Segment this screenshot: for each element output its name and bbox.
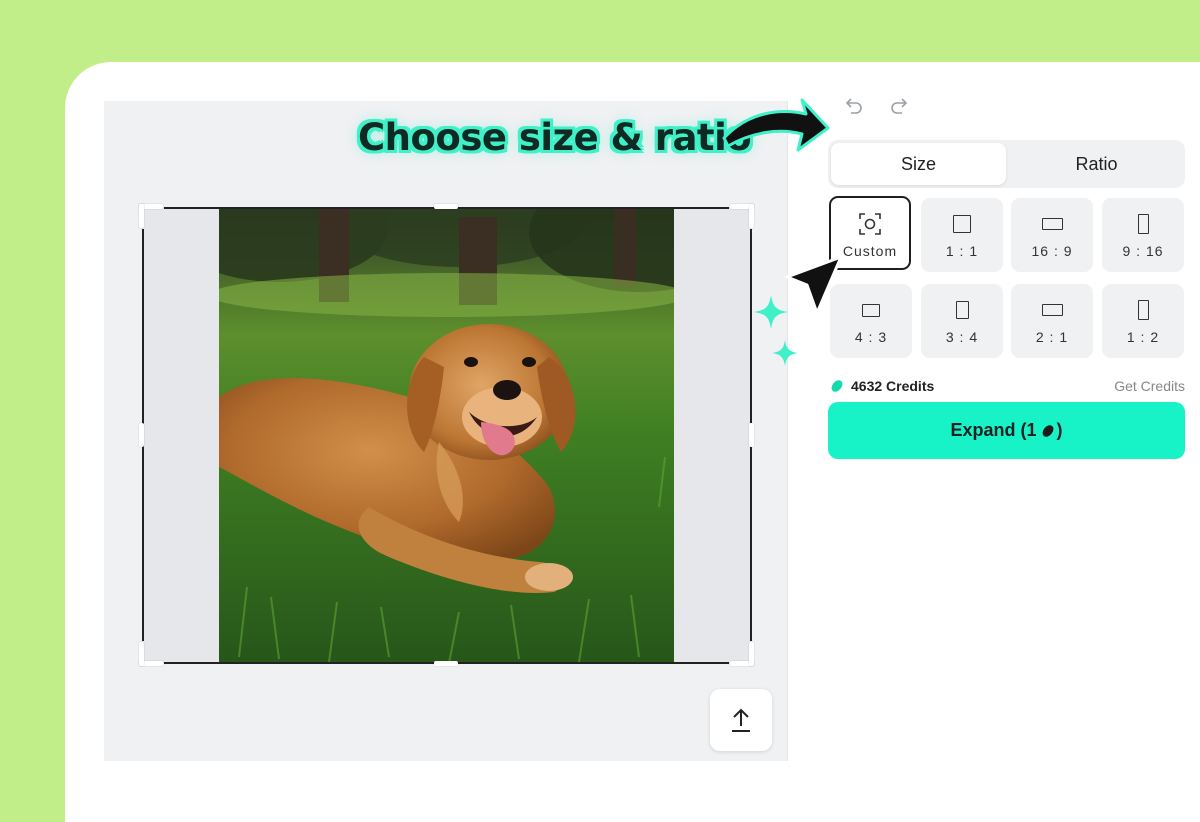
tab-size[interactable]: Size <box>831 143 1006 185</box>
landscape-wide-icon <box>1041 218 1063 230</box>
landscape-wide-icon <box>1041 304 1063 316</box>
dog-photo <box>219 207 674 663</box>
panel-divider <box>787 101 788 761</box>
get-credits-link[interactable]: Get Credits <box>1114 378 1185 394</box>
portrait-tall-icon <box>1137 214 1149 234</box>
resize-handle-top[interactable] <box>434 204 458 209</box>
ratio-option-3-4[interactable]: 3 : 4 <box>921 284 1003 358</box>
ratio-label: 4 : 3 <box>854 329 888 345</box>
callout-text: Choose size & ratio <box>358 116 752 159</box>
crop-frame[interactable] <box>139 204 754 666</box>
square-icon <box>953 215 971 233</box>
portrait-icon <box>955 301 969 319</box>
resize-handle-bottom-left-v[interactable] <box>139 642 144 666</box>
resize-handle-left[interactable] <box>139 423 144 447</box>
ratio-option-16-9[interactable]: 16 : 9 <box>1011 198 1093 272</box>
upload-arrow-icon <box>732 708 750 732</box>
sparkle-icon <box>754 295 788 329</box>
ratio-label: Custom <box>842 243 898 259</box>
portrait-tall-icon <box>1137 300 1149 320</box>
curved-arrow-icon <box>722 98 830 152</box>
ratio-label: 2 : 1 <box>1035 329 1069 345</box>
pointer-cursor-icon <box>785 255 843 315</box>
ratio-label: 16 : 9 <box>1031 243 1073 259</box>
resize-handle-top-right-v[interactable] <box>749 204 754 228</box>
redo-icon[interactable] <box>890 96 910 116</box>
ratio-option-2-1[interactable]: 2 : 1 <box>1011 284 1093 358</box>
expand-label-prefix: Expand (1 <box>950 420 1037 440</box>
dog-photo-illustration <box>219 207 674 663</box>
upload-button[interactable] <box>710 689 772 751</box>
ratio-label: 3 : 4 <box>945 329 979 345</box>
resize-handle-top-left-v[interactable] <box>139 204 144 228</box>
expand-label-suffix: ) <box>1056 420 1063 440</box>
sparkle-small-icon <box>772 340 798 366</box>
expand-button[interactable]: Expand (1 ) <box>828 402 1185 459</box>
ratio-label: 9 : 16 <box>1122 243 1164 259</box>
custom-focus-icon <box>859 213 881 235</box>
ratio-option-1-2[interactable]: 1 : 2 <box>1102 284 1184 358</box>
credit-bean-icon <box>1042 424 1053 437</box>
expand-padding-left <box>142 207 219 663</box>
expand-padding-right <box>674 207 751 663</box>
ratio-label: 1 : 2 <box>1126 329 1160 345</box>
credits-row: 4632 Credits Get Credits <box>828 378 1185 396</box>
tab-ratio[interactable]: Ratio <box>1009 143 1184 185</box>
ratio-option-1-1[interactable]: 1 : 1 <box>921 198 1003 272</box>
ratio-option-9-16[interactable]: 9 : 16 <box>1102 198 1184 272</box>
resize-handle-bottom-right-v[interactable] <box>749 642 754 666</box>
resize-handle-right[interactable] <box>749 423 754 447</box>
size-ratio-tabs: Size Ratio <box>828 140 1185 188</box>
resize-handle-bottom[interactable] <box>434 661 458 666</box>
credit-bean-icon <box>831 380 843 392</box>
credits-amount: 4632 Credits <box>851 378 935 394</box>
undo-icon[interactable] <box>843 96 863 116</box>
landscape-icon <box>862 303 880 317</box>
ratio-label: 1 : 1 <box>945 243 979 259</box>
